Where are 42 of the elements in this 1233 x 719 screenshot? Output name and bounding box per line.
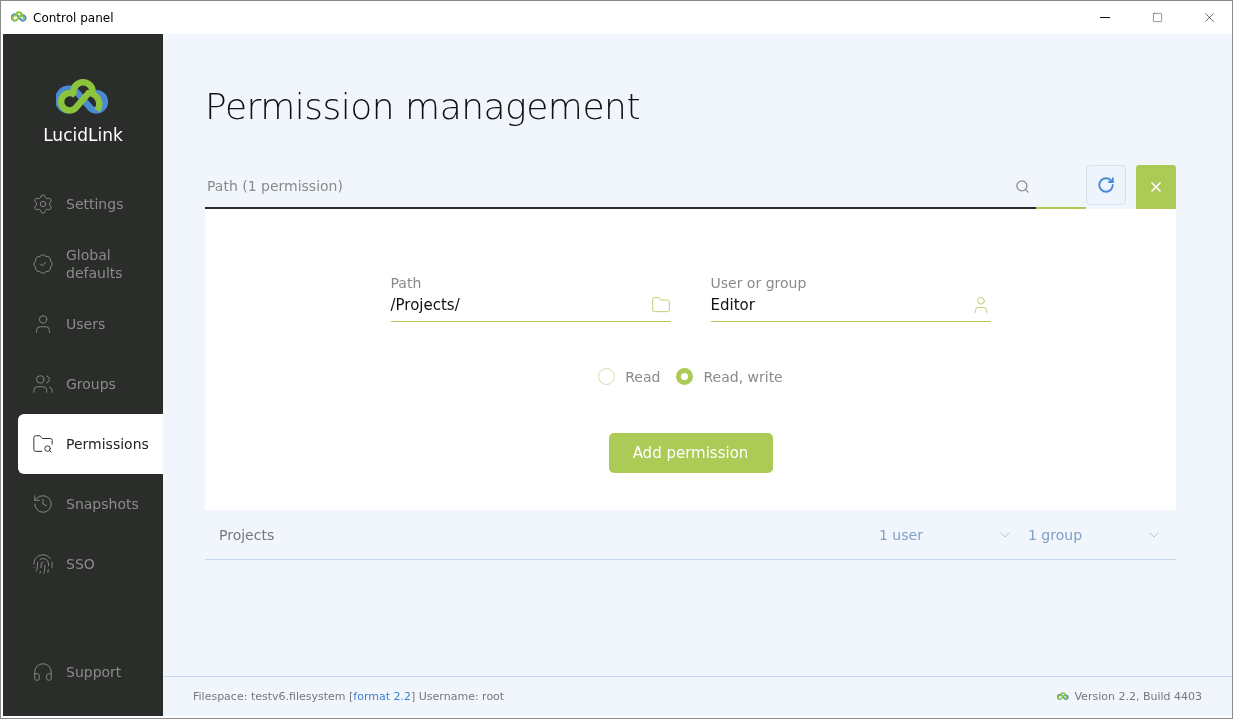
version-text: Version 2.2, Build 4403 — [1057, 690, 1202, 703]
radio-label[interactable]: Read, write — [703, 368, 783, 385]
search-icon — [1015, 178, 1030, 194]
sidebar-item[interactable]: SSO — [18, 534, 163, 594]
sidebar-item[interactable]: Snapshots — [18, 474, 163, 534]
sidebar-item[interactable]: Users — [18, 294, 163, 354]
sidebar-item[interactable]: Settings — [18, 174, 163, 234]
sidebar-item[interactable]: Groups — [18, 354, 163, 414]
radio-label[interactable]: Read — [625, 368, 661, 385]
users-dropdown[interactable]: 1 user — [879, 526, 1013, 543]
minimize-icon — [1100, 17, 1110, 18]
search-field[interactable]: Path (1 permission) — [205, 177, 1015, 195]
logo-icon — [11, 11, 27, 24]
window-title: Control panel — [33, 10, 115, 25]
settings-icon — [32, 193, 54, 215]
history-icon — [32, 493, 54, 515]
permission-row[interactable]: Projects 1 user 1 group — [205, 510, 1176, 560]
user-field[interactable]: User or group Editor — [710, 275, 991, 322]
folder-icon[interactable] — [650, 295, 671, 315]
logo-icon — [1057, 691, 1070, 702]
maximize-icon — [1151, 12, 1163, 23]
format-link[interactable]: format 2.2 — [353, 690, 412, 703]
fingerprint-icon — [32, 553, 54, 575]
support-item[interactable]: Support — [18, 642, 163, 702]
radio-button[interactable] — [598, 368, 616, 385]
refresh-icon — [1097, 176, 1115, 194]
folder-user-icon — [32, 433, 54, 455]
brand-name: LucidLink — [43, 125, 123, 146]
close-icon — [1148, 179, 1164, 195]
headphones-icon — [32, 661, 54, 683]
page-title: Permission management — [205, 86, 642, 127]
permission-path: Projects — [219, 526, 276, 543]
radio-button[interactable] — [676, 368, 694, 385]
refresh-button[interactable] — [1086, 165, 1126, 205]
gear-check-icon — [32, 253, 54, 275]
sidebar-item[interactable]: Permissions — [18, 414, 163, 474]
sidebar-item[interactable]: Global defaults — [18, 234, 163, 294]
users-icon — [32, 373, 54, 395]
close-button[interactable] — [1136, 165, 1176, 209]
path-field[interactable]: Path /Projects/ — [390, 275, 671, 322]
groups-dropdown[interactable]: 1 group — [1028, 526, 1162, 543]
status-text: Filespace: testv6.filesystem [format 2.2] Username: root — [193, 690, 506, 703]
